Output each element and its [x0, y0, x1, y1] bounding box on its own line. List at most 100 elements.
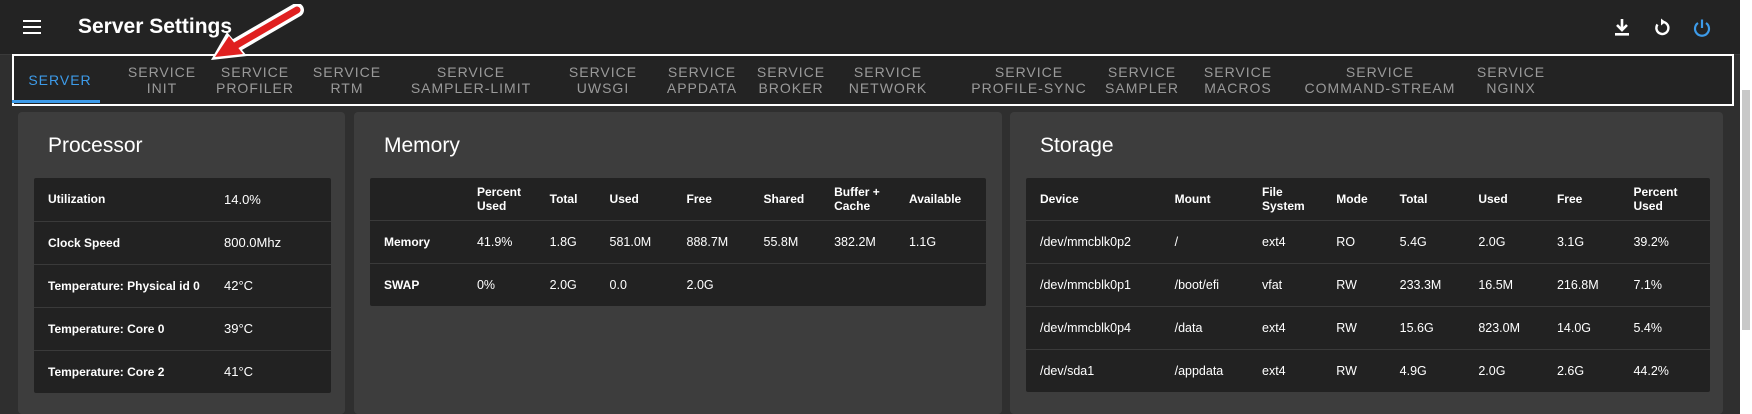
table-cell: 3.1G — [1556, 219, 1634, 263]
table-cell: RW — [1336, 262, 1400, 306]
metric-label: Clock Speed — [34, 220, 224, 264]
tab-label: SERVER — [28, 72, 92, 88]
tab-label: UWSGI — [576, 80, 630, 96]
table-row: /dev/sda1/appdata ext4 RW 4.9G 2.0G 2.6G 44.2% — [1026, 348, 1710, 392]
tab-label: SERVICE — [436, 64, 506, 80]
power-icon — [1693, 19, 1711, 37]
table-cell: 44.2% — [1633, 348, 1710, 392]
download-button[interactable] — [1610, 16, 1634, 40]
memory-title: Memory — [384, 134, 460, 157]
table-cell: 39.2% — [1633, 219, 1710, 263]
table-cell: ext4 — [1262, 305, 1337, 349]
app-window: Server Settings SERVER SERVICE INIT SERVICE… — [0, 0, 1752, 414]
tab-service-rtm[interactable]: SERVICE RTM — [307, 56, 387, 104]
table-cell: 2.0G — [1478, 348, 1557, 392]
storage-title: Storage — [1040, 134, 1114, 157]
table-cell: ext4 — [1262, 348, 1337, 392]
column-header: File System — [1262, 184, 1305, 213]
memory-card: Memory Percent Used Total Used Free Shared Buf… — [354, 112, 1002, 414]
processor-row: Utilization 14.0% — [34, 178, 331, 221]
table-cell: 0% — [476, 262, 550, 306]
tab-service-network[interactable]: SERVICE NETWORK — [842, 56, 934, 104]
tab-label: SERVICE — [1203, 64, 1273, 80]
processor-row: Temperature: Core 2 41°C — [34, 349, 331, 393]
table-cell: 216.8M — [1556, 262, 1634, 306]
storage-card: Storage Device Mount File System Mode Total Us… — [1010, 112, 1723, 414]
tab-label: BROKER — [758, 80, 824, 96]
table-cell: vfat — [1262, 262, 1337, 306]
tab-label: INIT — [146, 80, 178, 96]
metric-value: 800.0Mhz — [224, 220, 331, 264]
page-scrollbar[interactable] — [1740, 0, 1752, 414]
processor-card: Processor Utilization 14.0% Clock Speed 800… — [18, 112, 345, 414]
column-header: Total — [1399, 191, 1428, 206]
table-cell: 2.6G — [1556, 348, 1634, 392]
table-cell: 2.0G — [549, 262, 610, 306]
table-cell: 55.8M — [763, 219, 835, 263]
table-cell: 823.0M — [1478, 305, 1557, 349]
menu-icon[interactable] — [23, 20, 41, 34]
table-cell: 4.9G — [1399, 348, 1479, 392]
table-cell: ext4 — [1262, 219, 1337, 263]
table-cell: RO — [1336, 219, 1400, 263]
tab-service-command-stream[interactable]: SERVICE COMMAND-STREAM — [1290, 56, 1470, 104]
annotation-arrow-icon — [211, 4, 304, 60]
tab-label: NGINX — [1486, 80, 1536, 96]
column-header: Free — [686, 191, 712, 206]
tab-service-nginx[interactable]: SERVICE NGINX — [1468, 56, 1554, 104]
table-cell: /dev/sda1 — [1026, 348, 1175, 392]
tab-service-macros[interactable]: SERVICE MACROS — [1191, 56, 1285, 104]
tab-server[interactable]: SERVER — [20, 56, 100, 104]
column-header: Percent Used — [476, 184, 521, 213]
table-cell: /dev/mmcblk0p1 — [1026, 262, 1175, 306]
table-row: /dev/mmcblk0p4/data ext4 RW 15.6G 823.0M 14.0… — [1026, 305, 1710, 349]
power-button[interactable] — [1690, 16, 1714, 40]
table-cell: /dev/mmcblk0p4 — [1026, 305, 1175, 349]
tab-label: SERVICE — [1107, 64, 1177, 80]
column-header: Percent Used — [1633, 184, 1678, 213]
column-header: Used — [1478, 191, 1508, 206]
metric-label: Temperature: Core 2 — [34, 349, 224, 393]
tab-service-appdata[interactable]: SERVICE APPDATA — [656, 56, 748, 104]
tab-service-uwsgi[interactable]: SERVICE UWSGI — [559, 56, 647, 104]
table-cell: /boot/efi — [1174, 262, 1262, 306]
tab-service-sampler[interactable]: SERVICE SAMPLER — [1096, 56, 1188, 104]
memory-header-row: Percent Used Total Used Free Shared Buffer + Ca… — [370, 178, 986, 220]
processor-table: Utilization 14.0% Clock Speed 800.0Mhz Tempe… — [34, 178, 331, 393]
column-header: Available — [908, 191, 962, 206]
tab-label: SERVICE — [220, 64, 290, 80]
tab-label: SAMPLER — [1105, 80, 1179, 96]
tab-service-broker[interactable]: SERVICE BROKER — [751, 56, 831, 104]
table-cell: 382.2M — [834, 219, 909, 263]
table-cell: SWAP — [370, 262, 477, 306]
tab-label: MACROS — [1204, 80, 1272, 96]
tab-service-profile-sync[interactable]: SERVICE PROFILE-SYNC — [950, 56, 1108, 104]
table-cell: 233.3M — [1399, 262, 1479, 306]
column-header — [370, 178, 477, 220]
processor-row: Temperature: Physical id 0 42°C — [34, 263, 331, 307]
table-cell — [908, 262, 986, 306]
tab-label: SERVICE — [1345, 64, 1415, 80]
table-cell: RW — [1336, 305, 1400, 349]
column-header: Mode — [1336, 191, 1368, 206]
table-cell: 1.8G — [549, 219, 610, 263]
restart-button[interactable] — [1650, 16, 1674, 40]
table-cell: 14.0G — [1556, 305, 1634, 349]
table-cell — [763, 262, 835, 306]
storage-header-row: Device Mount File System Mode Total Used Free Pe… — [1026, 178, 1710, 220]
scrollbar-thumb[interactable] — [1742, 90, 1750, 330]
metric-value: 42°C — [224, 263, 331, 307]
storage-table: Device Mount File System Mode Total Used Free Pe… — [1026, 178, 1710, 392]
tab-service-sampler-limit[interactable]: SERVICE SAMPLER-LIMIT — [401, 56, 541, 104]
tab-label: RTM — [330, 80, 364, 96]
processor-row: Temperature: Core 0 39°C — [34, 306, 331, 350]
table-cell: 1.1G — [908, 219, 986, 263]
active-tab-indicator — [12, 100, 100, 103]
memory-table: Percent Used Total Used Free Shared Buffer + Ca… — [370, 178, 986, 306]
metric-value: 41°C — [224, 349, 331, 393]
table-cell — [834, 262, 909, 306]
tab-label: APPDATA — [666, 80, 738, 96]
tab-label: PROFILE-SYNC — [971, 80, 1087, 96]
tab-label: SERVICE — [667, 64, 737, 80]
tab-service-init[interactable]: SERVICE INIT — [109, 56, 215, 104]
